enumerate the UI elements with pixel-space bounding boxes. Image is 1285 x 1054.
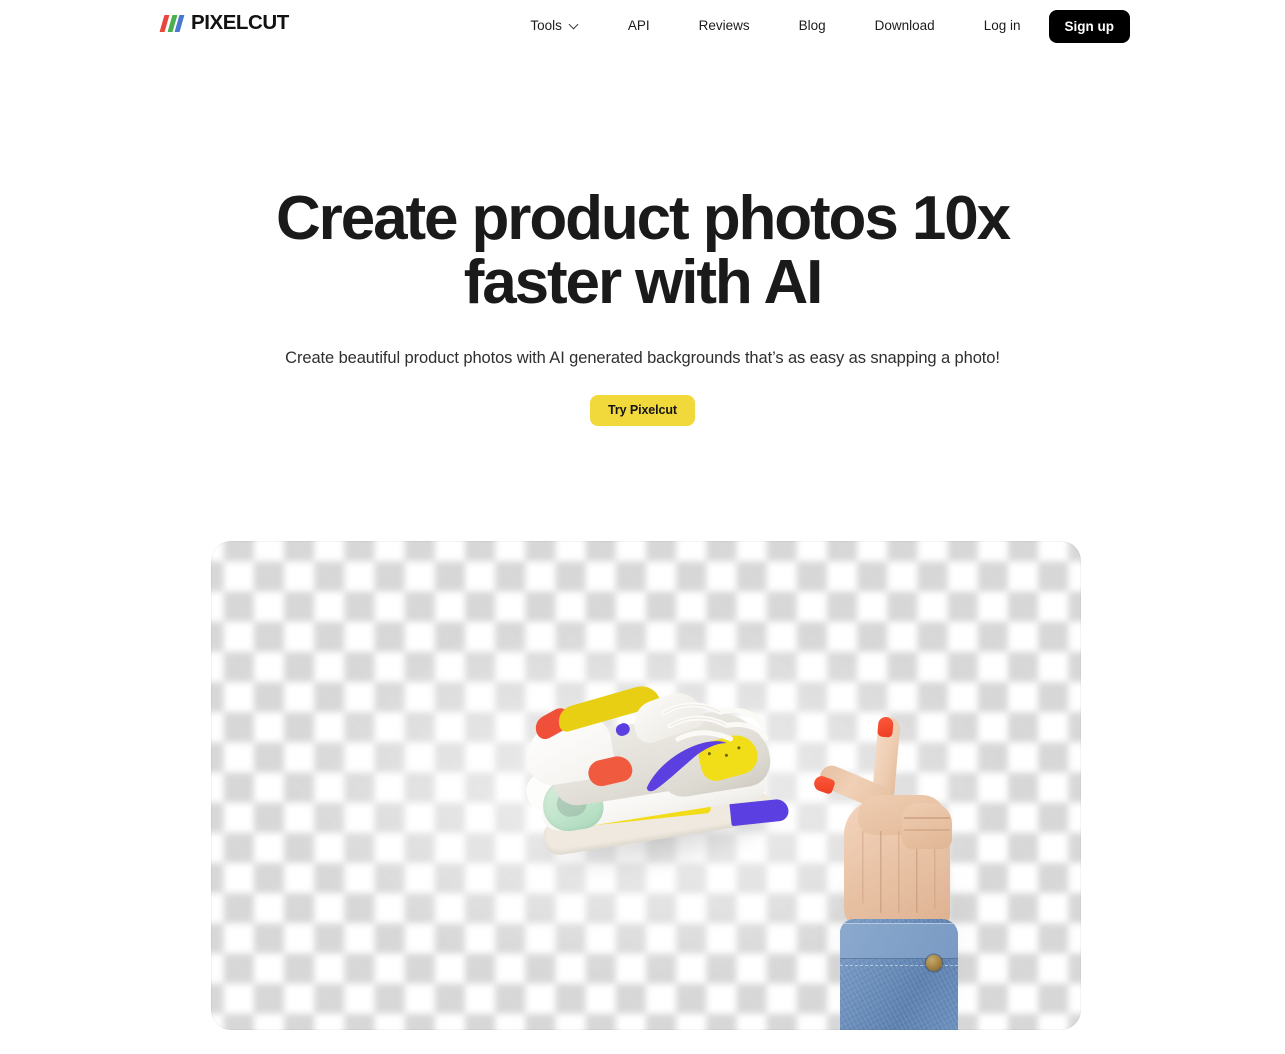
- nav-item-reviews[interactable]: Reviews: [699, 13, 750, 39]
- hero-cta-wrapper: Try Pixelcut: [0, 394, 1285, 426]
- site-header: PIXELCUT Tools API Reviews Blog Download…: [0, 0, 1285, 52]
- folded-fingers: [902, 803, 952, 849]
- nav-item-login-label: Log in: [983, 18, 1021, 34]
- nav-item-tools-label: Tools: [530, 18, 562, 34]
- denim-cuff-band: [840, 923, 958, 959]
- denim-cuff: [840, 919, 958, 1030]
- chevron-down-icon: [570, 21, 579, 30]
- sign-up-button[interactable]: Sign up: [1048, 9, 1130, 43]
- pixelcut-logo-icon: [159, 14, 185, 32]
- nav-item-api[interactable]: API: [628, 13, 650, 39]
- nav-item-download-label: Download: [874, 18, 935, 34]
- pointing-hand-image: [812, 711, 996, 1030]
- hero-section: Create product photos 10x faster with AI…: [0, 52, 1285, 426]
- try-pixelcut-button[interactable]: Try Pixelcut: [590, 394, 695, 426]
- brand-name: PIXELCUT: [191, 11, 289, 34]
- index-fingernail: [877, 716, 894, 738]
- sneaker-image: [507, 667, 793, 905]
- nav-item-reviews-label: Reviews: [698, 18, 750, 34]
- nav-item-blog-label: Blog: [798, 18, 826, 34]
- main-navigation: Tools API Reviews Blog Download Log in S…: [530, 0, 1130, 52]
- denim-cuff-button: [926, 955, 942, 971]
- nav-item-blog[interactable]: Blog: [799, 13, 826, 39]
- nav-item-api-label: API: [627, 18, 650, 34]
- nav-item-login[interactable]: Log in: [984, 13, 1021, 39]
- hero-subtitle: Create beautiful product photos with AI …: [285, 348, 1000, 367]
- brand-logo[interactable]: PIXELCUT: [159, 11, 289, 34]
- nav-item-tools[interactable]: Tools: [530, 13, 579, 39]
- nav-item-download[interactable]: Download: [875, 13, 935, 39]
- hero-showcase-image: [211, 541, 1081, 1030]
- hero-title: Create product photos 10x faster with AI: [276, 184, 1011, 318]
